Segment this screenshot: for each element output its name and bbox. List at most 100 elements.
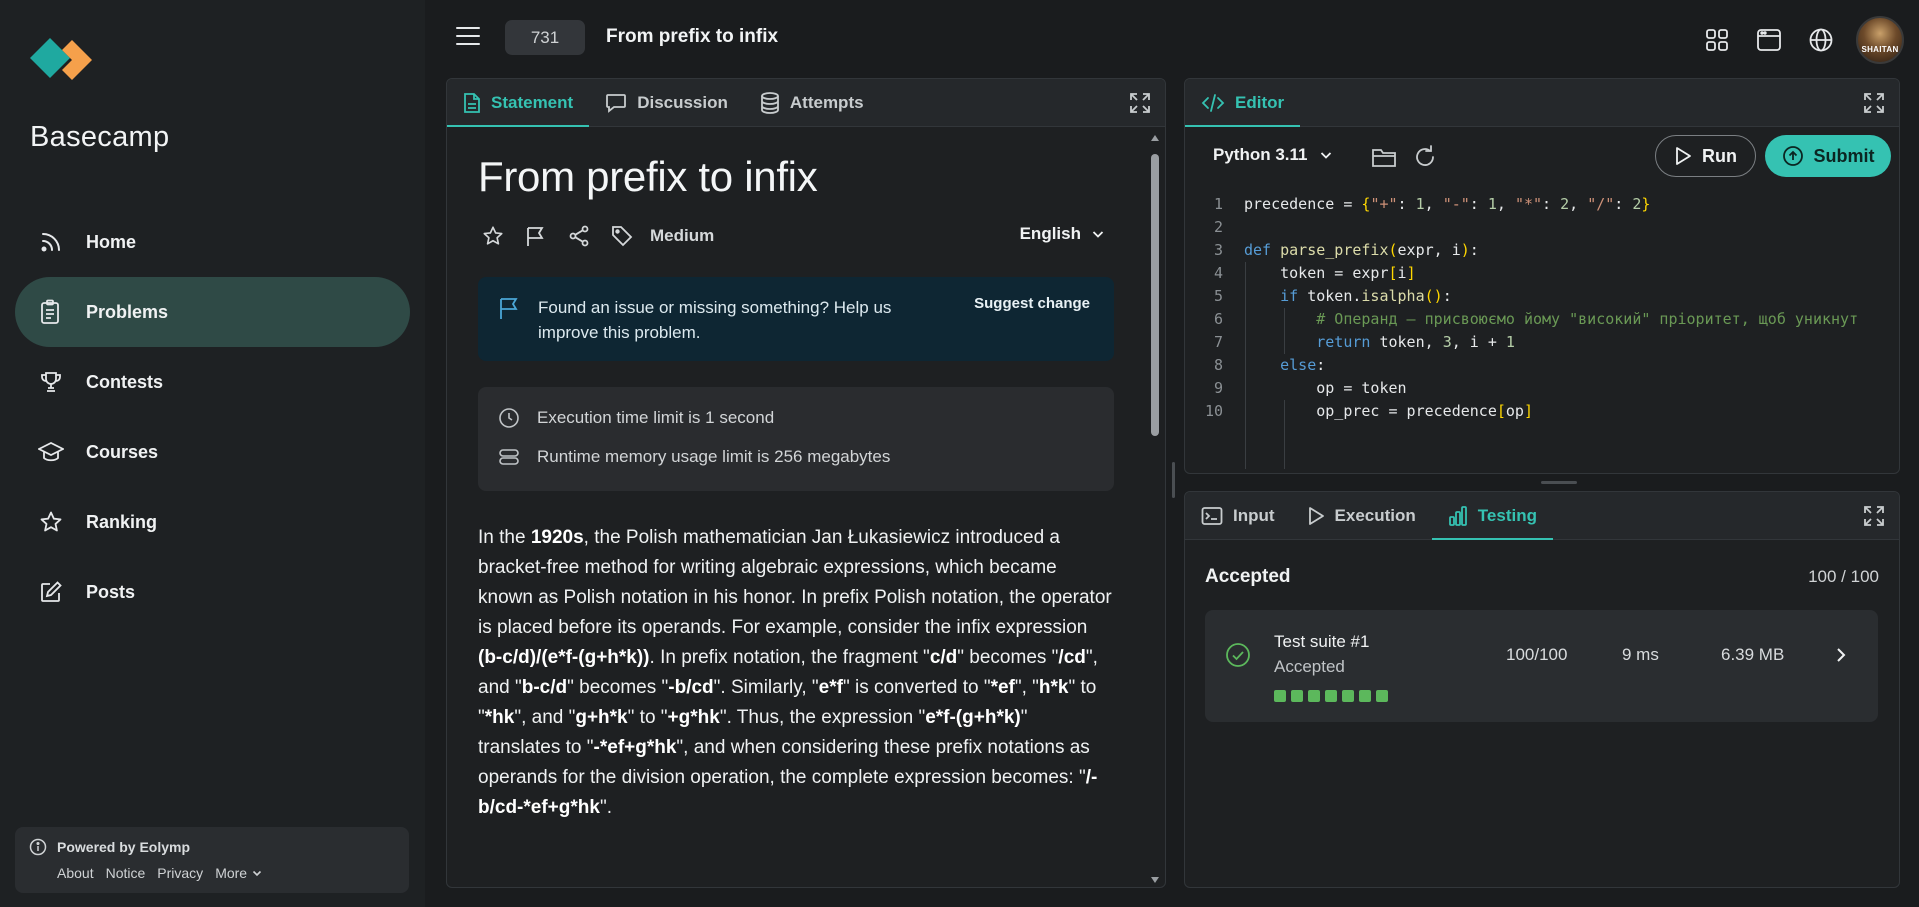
flag-icon[interactable] (521, 221, 551, 251)
tab-label: Editor (1235, 92, 1285, 112)
info-icon (29, 838, 47, 856)
statement-tabs: Statement Discussion Attempts (447, 79, 1165, 127)
code-editor[interactable]: 1 precedence = {"+": 1, "-": 1, "*": 2, "… (1185, 193, 1899, 473)
browser-window-icon[interactable] (1752, 23, 1786, 57)
problem-description: In the 1920s, the Polish mathematician J… (478, 527, 1112, 818)
suggest-change-link[interactable]: Suggest change (974, 295, 1090, 312)
brand-name[interactable]: Basecamp (30, 121, 169, 154)
problem-heading: From prefix to infix (478, 153, 818, 200)
expand-icon[interactable] (1129, 92, 1151, 114)
chevron-right-icon[interactable] (1834, 646, 1848, 664)
time-limit-text: Execution time limit is 1 second (537, 408, 775, 427)
notice-link[interactable]: Notice (106, 865, 146, 881)
test-results (1274, 690, 1388, 702)
test-pass-indicator[interactable] (1291, 690, 1303, 702)
code-icon (1201, 93, 1225, 113)
terminal-icon (1201, 506, 1223, 526)
editor-tabs: Editor (1185, 79, 1899, 127)
issue-notice: Found an issue or missing something? Hel… (478, 277, 1114, 361)
tab-attempts[interactable]: Attempts (744, 79, 880, 126)
top-bar: 731 From prefix to infix SHAITAN (425, 0, 1919, 76)
test-pass-indicator[interactable] (1274, 690, 1286, 702)
tag-icon[interactable] (607, 221, 637, 251)
trophy-icon (37, 368, 65, 396)
statement-panel: Statement Discussion Attempts From prefi… (446, 78, 1166, 888)
run-label: Run (1702, 145, 1737, 166)
language-select[interactable]: English (1020, 224, 1105, 244)
more-link[interactable]: More (215, 865, 263, 881)
star-icon[interactable] (478, 221, 508, 251)
test-pass-indicator[interactable] (1376, 690, 1388, 702)
chevron-down-icon (253, 870, 262, 877)
expand-icon[interactable] (1863, 505, 1885, 527)
share-icon[interactable] (564, 221, 594, 251)
refresh-icon[interactable] (1412, 144, 1438, 170)
test-pass-indicator[interactable] (1325, 690, 1337, 702)
tab-label: Execution (1334, 505, 1416, 525)
scrollbar-thumb[interactable] (1151, 154, 1159, 436)
tab-label: Testing (1477, 505, 1537, 525)
run-button[interactable]: Run (1655, 135, 1756, 177)
memory-limit-text: Runtime memory usage limit is 256 megaby… (537, 447, 891, 466)
bar-chart-icon (1448, 505, 1468, 527)
tab-editor[interactable]: Editor (1185, 79, 1301, 127)
footer-links: About Notice Privacy More (57, 865, 263, 881)
chevron-down-icon (1092, 231, 1104, 238)
basecamp-logo[interactable] (30, 38, 112, 98)
submit-label: Submit (1813, 145, 1875, 166)
tab-label: Statement (491, 92, 574, 112)
sidebar-item-contests[interactable]: Contests (15, 347, 410, 417)
expand-icon[interactable] (1863, 92, 1885, 114)
play-icon (1676, 147, 1691, 165)
sidebar-item-posts[interactable]: Posts (15, 557, 410, 627)
menu-icon[interactable] (455, 24, 481, 48)
verdict-title: Accepted (1205, 566, 1291, 587)
about-link[interactable]: About (57, 865, 94, 881)
more-label: More (215, 865, 248, 881)
test-pass-indicator[interactable] (1342, 690, 1354, 702)
top-icons: SHAITAN (1700, 16, 1904, 64)
chat-icon (605, 93, 627, 113)
sidebar-item-label: Courses (86, 441, 159, 462)
sidebar-item-ranking[interactable]: Ranking (15, 487, 410, 557)
tab-label: Discussion (637, 92, 728, 112)
apps-grid-icon[interactable] (1700, 23, 1734, 57)
sidebar-nav: Home Problems Contests Courses Ranking P… (15, 207, 410, 627)
tab-execution[interactable]: Execution (1291, 492, 1432, 539)
test-pass-indicator[interactable] (1308, 690, 1320, 702)
sidebar-item-home[interactable]: Home (15, 207, 410, 277)
rss-icon (37, 228, 65, 256)
sidebar-item-problems[interactable]: Problems (15, 277, 410, 347)
language-dropdown[interactable]: Python 3.11 (1213, 145, 1333, 165)
page-title: From prefix to infix (606, 26, 779, 47)
vertical-splitter[interactable] (1172, 462, 1175, 498)
submit-button[interactable]: Submit (1765, 135, 1891, 177)
notice-text: Found an issue or missing something? Hel… (538, 298, 892, 342)
tab-statement[interactable]: Statement (447, 79, 590, 127)
folder-icon[interactable] (1371, 144, 1397, 170)
statement-scrollbar[interactable] (1149, 134, 1161, 884)
privacy-link[interactable]: Privacy (157, 865, 203, 881)
tab-discussion[interactable]: Discussion (589, 79, 744, 126)
avatar[interactable]: SHAITAN (1856, 16, 1904, 64)
tab-input[interactable]: Input (1185, 492, 1291, 539)
check-circle-icon (1226, 643, 1250, 667)
test-pass-indicator[interactable] (1359, 690, 1371, 702)
tab-testing[interactable]: Testing (1431, 492, 1554, 540)
horizontal-splitter[interactable] (1541, 481, 1577, 484)
database-icon (760, 91, 780, 114)
output-tabs: Input Execution Testing (1185, 492, 1899, 540)
editor-toolbar: Python 3.11 Run Submit (1185, 127, 1899, 187)
tab-label: Input (1233, 505, 1275, 525)
suite-status: Accepted (1274, 657, 1345, 676)
language-value: English (1019, 224, 1081, 243)
graduation-cap-icon (37, 438, 65, 466)
storage-icon (498, 447, 522, 467)
powered-by-box: Powered by Eolymp About Notice Privacy M… (15, 827, 409, 893)
sidebar-item-label: Ranking (86, 511, 158, 532)
sidebar-item-courses[interactable]: Courses (15, 417, 410, 487)
globe-icon[interactable] (1804, 23, 1838, 57)
sidebar-item-label: Problems (86, 301, 169, 322)
test-suite-card[interactable]: Test suite #1 Accepted 100/100 9 ms 6.39… (1205, 610, 1878, 722)
edit-icon (37, 578, 65, 606)
